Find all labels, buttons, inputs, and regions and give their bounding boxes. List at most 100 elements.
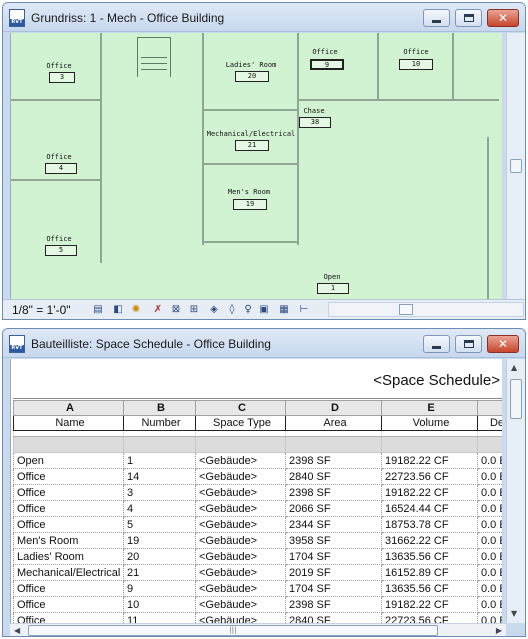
detail-level-icon[interactable]: ▤ <box>91 303 105 316</box>
crop-view-icon[interactable]: ⊠ <box>169 303 183 316</box>
minimize-button[interactable] <box>423 9 450 27</box>
room-number-tag[interactable]: 9 <box>310 59 344 70</box>
temporary-hide-icon[interactable]: ◈ <box>207 303 221 316</box>
plan-horizontal-scrollbar[interactable] <box>328 302 524 317</box>
scroll-thumb[interactable]: ||| <box>28 625 438 636</box>
table-cell[interactable]: <Gebäude> <box>195 612 286 623</box>
table-cell[interactable]: Office <box>13 612 124 623</box>
schedule-vertical-scrollbar[interactable]: ▲ ▼ <box>506 359 525 623</box>
table-cell[interactable]: 0.0 E <box>477 532 502 549</box>
table-row[interactable]: Office9<Gebäude>1704 SF13635.56 CF0.0 E <box>13 580 502 597</box>
table-cell[interactable]: Office <box>13 500 124 517</box>
table-cell[interactable]: 0.0 E <box>477 516 502 533</box>
scroll-left-icon[interactable]: ◀ <box>14 626 20 635</box>
room-number-tag[interactable]: 20 <box>235 71 269 82</box>
reveal-hidden-icon[interactable]: ◊ <box>225 303 239 316</box>
column-header[interactable]: Space Type <box>195 415 286 431</box>
column-header[interactable]: Desi <box>477 415 502 431</box>
table-cell[interactable]: Office <box>13 468 124 485</box>
table-row[interactable]: Office5<Gebäude>2344 SF18753.78 CF0.0 E <box>13 516 502 533</box>
table-cell[interactable]: <Gebäude> <box>195 452 286 469</box>
column-letter[interactable]: D <box>285 400 382 416</box>
table-cell[interactable]: 2019 SF <box>285 564 382 581</box>
table-cell[interactable]: <Gebäude> <box>195 468 286 485</box>
maximize-button[interactable] <box>455 9 482 27</box>
table-cell[interactable]: 9 <box>123 580 196 597</box>
table-cell[interactable]: <Gebäude> <box>195 500 286 517</box>
schedule-horizontal-scrollbar[interactable]: ◀ ||| ▶ <box>10 623 506 636</box>
table-row[interactable]: Office10<Gebäude>2398 SF19182.22 CF0.0 E <box>13 596 502 613</box>
schedule-titlebar[interactable]: RVT Bauteilliste: Space Schedule - Offic… <box>3 329 525 358</box>
table-cell[interactable]: Men's Room <box>13 532 124 549</box>
table-cell[interactable]: 1704 SF <box>285 580 382 597</box>
room-number-tag[interactable]: 5 <box>45 245 77 256</box>
table-cell[interactable]: 11 <box>123 612 196 623</box>
shadows-icon[interactable]: ✗ <box>151 303 165 316</box>
table-cell[interactable]: Open <box>13 452 124 469</box>
schedule-window[interactable]: RVT Bauteilliste: Space Schedule - Offic… <box>2 328 526 637</box>
table-row[interactable]: Open1<Gebäude>2398 SF19182.22 CF0.0 E <box>13 452 502 469</box>
column-letter[interactable]: B <box>123 400 196 416</box>
table-row[interactable]: Office11<Gebäude>2840 SF22723.56 CF0.0 E <box>13 612 502 623</box>
table-cell[interactable]: 2398 SF <box>285 484 382 501</box>
table-cell[interactable]: 19 <box>123 532 196 549</box>
table-cell[interactable]: 19182.22 CF <box>381 596 478 613</box>
table-cell[interactable]: 16152.89 CF <box>381 564 478 581</box>
close-button[interactable]: ✕ <box>487 9 519 27</box>
table-cell[interactable]: <Gebäude> <box>195 516 286 533</box>
schedule-table[interactable]: A B C D E Name Number Space Type Area Vo… <box>13 400 502 623</box>
table-cell[interactable]: Mechanical/Electrical <box>13 564 124 581</box>
sun-path-icon[interactable]: ✺ <box>129 303 143 316</box>
room-number-tag[interactable]: 4 <box>45 163 77 174</box>
analysis-icon[interactable]: ♀ <box>241 303 255 316</box>
table-cell[interactable]: <Gebäude> <box>195 484 286 501</box>
scroll-thumb[interactable] <box>399 304 413 315</box>
scroll-up-icon[interactable]: ▲ <box>511 363 517 372</box>
table-cell[interactable]: Ladies' Room <box>13 548 124 565</box>
column-letter[interactable] <box>477 400 502 416</box>
table-cell[interactable]: Office <box>13 596 124 613</box>
scroll-right-icon[interactable]: ▶ <box>496 626 502 635</box>
table-cell[interactable]: Office <box>13 580 124 597</box>
table-cell[interactable]: 22723.56 CF <box>381 468 478 485</box>
table-cell[interactable]: Office <box>13 516 124 533</box>
design-options-icon[interactable]: ▦ <box>277 303 291 316</box>
table-cell[interactable]: <Gebäude> <box>195 596 286 613</box>
table-cell[interactable]: 3 <box>123 484 196 501</box>
view-scale[interactable]: 1/8" = 1'-0" <box>12 303 71 317</box>
table-row[interactable]: Office14<Gebäude>2840 SF22723.56 CF0.0 E <box>13 468 502 485</box>
table-cell[interactable]: 19182.22 CF <box>381 484 478 501</box>
table-cell[interactable]: 2840 SF <box>285 612 382 623</box>
table-cell[interactable]: 22723.56 CF <box>381 612 478 623</box>
table-cell[interactable]: 2344 SF <box>285 516 382 533</box>
table-cell[interactable]: 5 <box>123 516 196 533</box>
table-row[interactable]: Ladies' Room 20 <Gebäude> 1704 SF 13635.56 C… <box>13 548 502 565</box>
scroll-thumb[interactable] <box>510 159 522 173</box>
table-cell[interactable]: 2840 SF <box>285 468 382 485</box>
worksharing-icon[interactable]: ▣ <box>257 303 271 316</box>
table-cell[interactable]: Office <box>13 484 124 501</box>
table-cell[interactable]: 10 <box>123 596 196 613</box>
table-cell[interactable]: 2398 SF <box>285 596 382 613</box>
table-cell[interactable]: 0.0 E <box>477 564 502 581</box>
table-cell[interactable]: 1 <box>123 452 196 469</box>
floor-plan-titlebar[interactable]: RVT Grundriss: 1 - Mech - Office Buildin… <box>3 3 525 32</box>
floor-plan-canvas[interactable]: Office 3 Office 4 Office 5 Ladies' Room … <box>10 33 502 299</box>
table-cell[interactable]: 0.0 E <box>477 484 502 501</box>
table-cell[interactable]: 0.0 E <box>477 612 502 623</box>
column-letter[interactable]: A <box>13 400 124 416</box>
table-row[interactable]: Men's Room 19 <Gebäude> 3958 SF 31662.22 CF 0… <box>13 532 502 549</box>
column-letter[interactable]: E <box>381 400 478 416</box>
room-number-tag[interactable]: 38 <box>299 117 331 128</box>
table-cell[interactable]: 14 <box>123 468 196 485</box>
scroll-thumb[interactable] <box>510 379 522 419</box>
table-cell[interactable]: 1704 SF <box>285 548 382 565</box>
table-cell[interactable]: 20 <box>123 548 196 565</box>
table-cell[interactable]: <Gebäude> <box>195 580 286 597</box>
room-number-tag[interactable]: 19 <box>233 199 267 210</box>
table-cell[interactable]: 16524.44 CF <box>381 500 478 517</box>
column-header[interactable]: Volume <box>381 415 478 431</box>
table-cell[interactable]: 13635.56 CF <box>381 580 478 597</box>
table-cell[interactable]: 19182.22 CF <box>381 452 478 469</box>
column-header[interactable]: Number <box>123 415 196 431</box>
